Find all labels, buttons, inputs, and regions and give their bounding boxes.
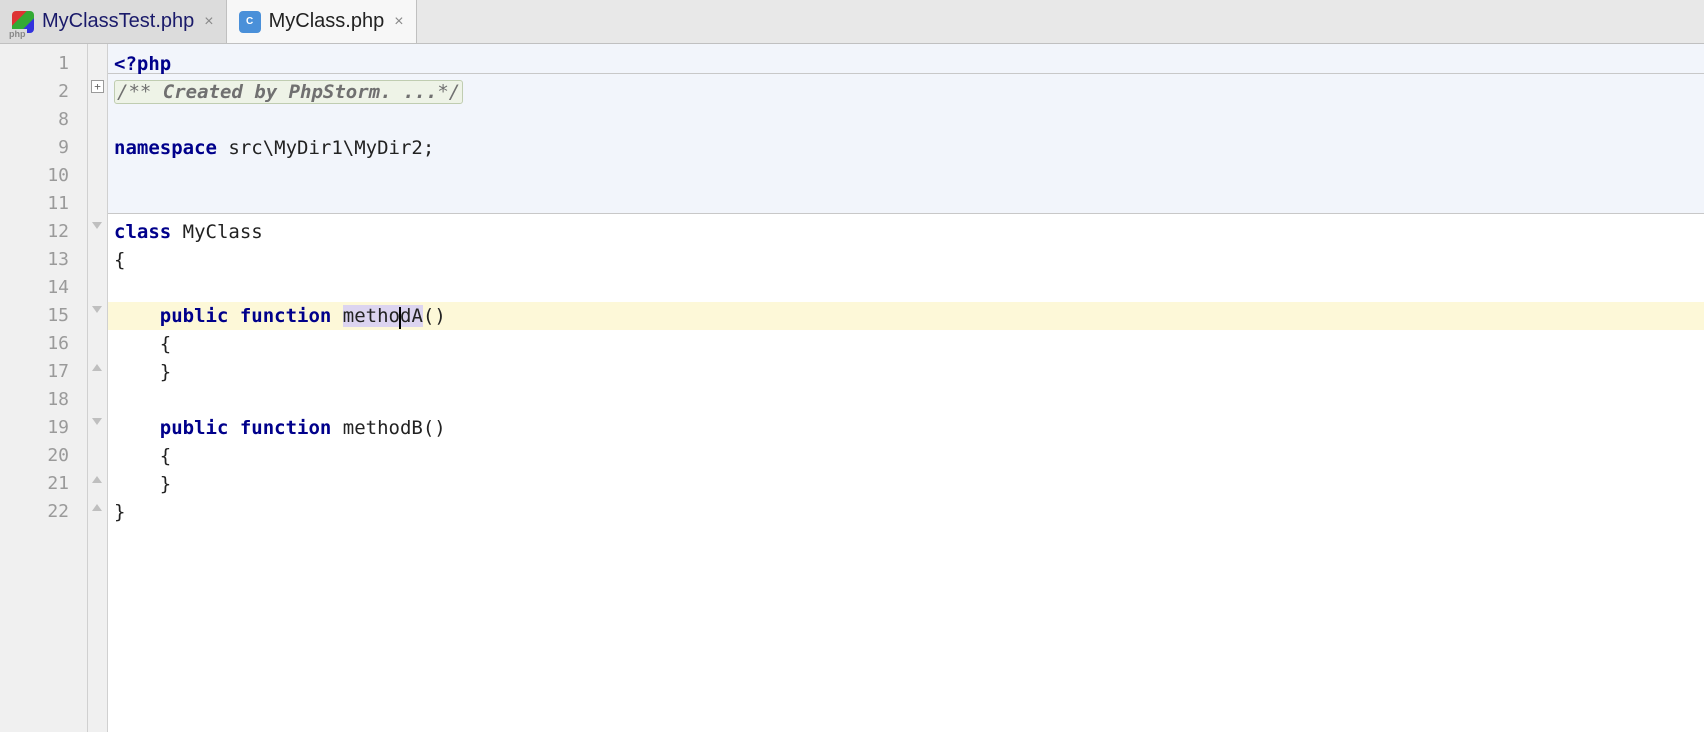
code-line[interactable] [108, 386, 1704, 414]
code-area[interactable]: <?php /** Created by PhpStorm. ...*/ nam… [108, 44, 1704, 732]
php-test-icon [12, 11, 34, 33]
keyword-function: function [228, 305, 342, 327]
line-number-gutter: 1 2 8 9 10 11 12 13 14 15 16 17 18 19 20… [0, 44, 88, 732]
line-number: 12 [0, 218, 87, 246]
fold-collapse-icon[interactable] [92, 306, 102, 313]
php-open-tag: <?php [114, 53, 171, 75]
line-number: 16 [0, 330, 87, 358]
code-line[interactable] [108, 162, 1704, 190]
code-line[interactable] [108, 190, 1704, 218]
line-number: 15 [0, 302, 87, 330]
code-line[interactable]: /** Created by PhpStorm. ...*/ [108, 78, 1704, 106]
line-number: 8 [0, 106, 87, 134]
line-number: 17 [0, 358, 87, 386]
line-number: 22 [0, 498, 87, 526]
fold-gutter: + [88, 44, 108, 732]
tab-myclasstest[interactable]: MyClassTest.php × [0, 0, 227, 43]
code-line[interactable]: { [108, 442, 1704, 470]
fold-collapse-icon[interactable] [92, 418, 102, 425]
fold-end-icon[interactable] [92, 364, 102, 371]
keyword-public: public [160, 417, 229, 439]
fold-expand-icon[interactable]: + [91, 80, 104, 93]
tab-myclass[interactable]: C MyClass.php × [227, 0, 417, 43]
text-caret [399, 307, 401, 329]
line-number: 18 [0, 386, 87, 414]
line-number: 11 [0, 190, 87, 218]
class-name: MyClass [171, 221, 263, 243]
fold-end-icon[interactable] [92, 504, 102, 511]
code-line[interactable]: { [108, 330, 1704, 358]
close-icon[interactable]: × [202, 13, 215, 31]
code-line[interactable] [108, 274, 1704, 302]
code-line[interactable]: namespace src\MyDir1\MyDir2; [108, 134, 1704, 162]
method-name: methodA [343, 305, 423, 327]
editor-tab-bar: MyClassTest.php × C MyClass.php × [0, 0, 1704, 44]
brace: } [114, 361, 171, 383]
line-number: 20 [0, 442, 87, 470]
line-number: 14 [0, 274, 87, 302]
tab-label: MyClass.php [269, 10, 385, 33]
code-line[interactable]: } [108, 498, 1704, 526]
line-number: 2 [0, 78, 87, 106]
code-line[interactable]: } [108, 470, 1704, 498]
tab-label: MyClassTest.php [42, 10, 194, 33]
fold-collapse-icon[interactable] [92, 222, 102, 229]
line-number: 19 [0, 414, 87, 442]
doc-comment: /** Created by PhpStorm. ...*/ [114, 80, 463, 104]
brace: { [114, 445, 171, 467]
code-line[interactable] [108, 106, 1704, 134]
brace: } [114, 501, 125, 523]
line-number: 10 [0, 162, 87, 190]
close-icon[interactable]: × [392, 13, 405, 31]
namespace-path: src\MyDir1\MyDir2; [217, 137, 434, 159]
brace: { [114, 249, 125, 271]
code-editor[interactable]: 1 2 8 9 10 11 12 13 14 15 16 17 18 19 20… [0, 44, 1704, 732]
paren: () [423, 305, 446, 327]
brace: } [114, 473, 171, 495]
line-number: 1 [0, 50, 87, 78]
fold-end-icon[interactable] [92, 476, 102, 483]
code-line[interactable]: public function methodB() [108, 414, 1704, 442]
method-name: methodB() [343, 417, 446, 439]
code-line[interactable]: { [108, 246, 1704, 274]
brace: { [114, 333, 171, 355]
class-icon: C [239, 11, 261, 33]
keyword-function: function [228, 417, 342, 439]
line-number: 13 [0, 246, 87, 274]
code-line[interactable]: <?php [108, 50, 1704, 78]
keyword-public: public [160, 305, 229, 327]
keyword-namespace: namespace [114, 137, 217, 159]
code-line-active[interactable]: public function methodA() [108, 302, 1704, 330]
keyword-class: class [114, 221, 171, 243]
code-line[interactable]: class MyClass [108, 218, 1704, 246]
line-number: 9 [0, 134, 87, 162]
code-line[interactable]: } [108, 358, 1704, 386]
line-number: 21 [0, 470, 87, 498]
